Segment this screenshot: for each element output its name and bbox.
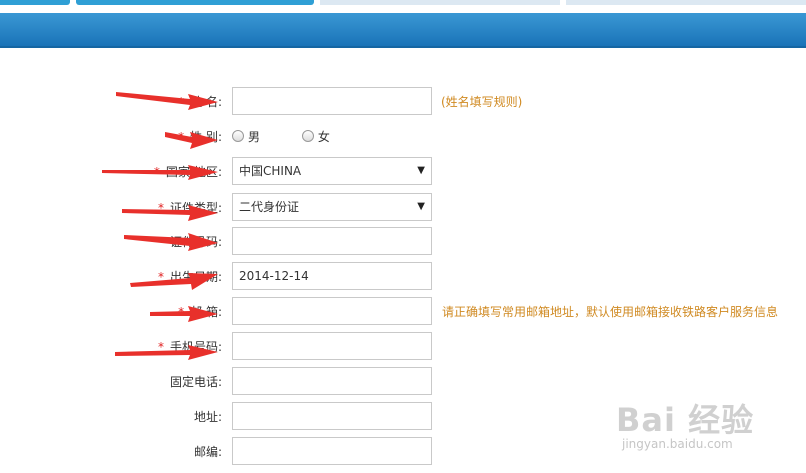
postcode-label: 邮编: [193,445,222,459]
id-type-select[interactable]: 二代身份证 ▼ [232,193,432,221]
phone-input[interactable] [232,367,432,395]
required-star: * [157,340,164,354]
country-label: * 国家/地区: [154,157,222,187]
id-number-input[interactable] [232,227,432,255]
gender-male-label: 男 [248,130,261,144]
header-bar [0,13,806,48]
row-name: * 姓 名: (姓名填写规则) [0,87,806,117]
birth-date-label: * 出生日期: [158,262,222,292]
gender-radio-group: 男 女 [232,122,368,152]
row-country: * 国家/地区: 中国CHINA ▼ [0,157,806,187]
id-number-label: * 证件号码: [158,227,222,257]
required-star: * [178,95,185,109]
required-star: * [178,130,185,144]
tab-2[interactable] [320,0,560,5]
required-star: * [153,165,160,179]
address-input[interactable] [232,402,432,430]
name-label: * 姓 名: [178,87,222,117]
row-mobile: * 手机号码: [0,332,806,362]
gender-male-radio[interactable] [232,130,244,142]
top-tab-strip [0,0,806,6]
gender-female-label: 女 [317,130,330,144]
name-label-text: 姓 名: [190,95,222,109]
name-input[interactable] [232,87,432,115]
row-id-type: * 证件类型: 二代身份证 ▼ [0,193,806,223]
mobile-label-text: 手机号码: [169,340,222,354]
id-type-select-value: 二代身份证 [239,200,300,214]
row-birth-date: * 出生日期: 2014-12-14 [0,262,806,292]
id-type-label-text: 证件类型: [169,201,222,215]
watermark-url: jingyan.baidu.com [622,437,733,451]
baidu-jingyan-watermark: Bai 经验 jingyan.baidu.com [616,395,776,460]
email-label: * 邮 箱: [178,297,222,327]
country-label-text: 国家/地区: [165,165,222,179]
id-type-label: * 证件类型: [158,193,222,223]
email-hint: 请正确填写常用邮箱地址，默认使用邮箱接收铁路客户服务信息 [442,305,779,319]
gender-female-radio[interactable] [301,130,314,142]
row-id-number: * 证件号码: [0,227,806,257]
required-star: * [157,201,164,215]
email-label-text: 邮 箱: [190,305,222,319]
postcode-input[interactable] [232,437,432,465]
name-rule-link[interactable]: (姓名填写规则) [441,87,522,117]
phone-label: 固定电话: [169,375,222,389]
required-star: * [157,235,164,249]
dropdown-caret-icon: ▼ [417,165,425,176]
tab-0[interactable] [0,0,70,5]
birth-date-label-text: 出生日期: [169,270,222,284]
row-phone: 固定电话: [0,367,806,397]
required-star: * [178,305,185,319]
row-gender: * 性 别: 男 女 [0,122,806,152]
tab-3[interactable] [566,0,806,5]
email-input[interactable] [232,297,432,325]
country-select-value: 中国CHINA [239,164,302,178]
address-label: 地址: [193,410,222,424]
dropdown-caret-icon: ▼ [417,201,425,212]
mobile-input[interactable] [232,332,432,360]
required-star: * [157,270,164,284]
birth-date-input[interactable]: 2014-12-14 [232,262,432,290]
row-email: * 邮 箱: 请正确填写常用邮箱地址，默认使用邮箱接收铁路客户服务信息 [0,297,806,327]
gender-label-text: 性 别: [190,130,222,144]
watermark-logo: Bai 经验 [616,401,755,439]
country-select[interactable]: 中国CHINA ▼ [232,157,432,185]
tab-1[interactable] [76,0,314,5]
id-number-label-text: 证件号码: [169,235,222,249]
mobile-label: * 手机号码: [158,332,222,362]
gender-label: * 性 别: [178,122,222,152]
